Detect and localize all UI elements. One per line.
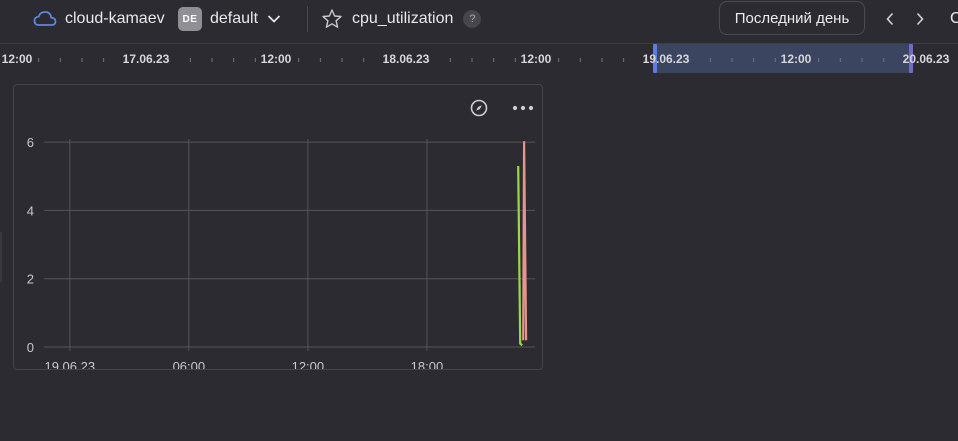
timeline-label: 20.06.23 xyxy=(903,52,950,66)
top-bar: cloud-kamaev DE default cpu_utilization … xyxy=(0,0,958,38)
y-tick-label: 0 xyxy=(27,340,34,355)
side-marker xyxy=(0,232,2,282)
cloud-name: cloud-kamaev xyxy=(65,10,165,27)
timeline-label: 12:00 xyxy=(521,52,552,66)
header-divider xyxy=(307,6,308,32)
series-line xyxy=(522,140,528,341)
timeline-ruler: 12:00 17.06.23 12:00 18.06.23 12:00 19.0… xyxy=(2,44,950,73)
x-tick-label: 19.06.23 xyxy=(44,359,95,369)
folder-selector[interactable]: DE default xyxy=(178,0,281,38)
timeline-label: 12:00 xyxy=(2,52,33,66)
star-icon[interactable] xyxy=(321,8,343,30)
x-tick-label: 06:00 xyxy=(173,359,206,369)
timeline-label: 17.06.23 xyxy=(123,52,170,66)
chart-panel: 0 2 4 6 19.06.23 06:00 12:00 18:00 xyxy=(13,84,543,370)
chevron-right-icon[interactable] xyxy=(910,0,930,38)
timeline-label: 19.06.23 xyxy=(643,52,690,66)
time-range-button[interactable]: Последний день xyxy=(719,1,865,35)
chevron-left-icon[interactable] xyxy=(880,0,900,38)
timeline-label: 18.06.23 xyxy=(383,52,430,66)
series-line xyxy=(517,165,523,347)
metric-name: cpu_utilization xyxy=(352,10,454,27)
folder-name: default xyxy=(210,10,259,27)
x-tick-label: 18:00 xyxy=(411,359,444,369)
x-tick-label: 12:00 xyxy=(292,359,325,369)
chevron-down-icon xyxy=(267,14,281,24)
timeline-label: 12:00 xyxy=(261,52,292,66)
metric-title: cpu_utilization ? xyxy=(321,0,482,38)
help-icon[interactable]: ? xyxy=(463,10,482,28)
y-tick-label: 6 xyxy=(27,135,34,150)
y-tick-label: 4 xyxy=(27,203,34,218)
cloud-icon xyxy=(33,10,57,28)
timeline[interactable]: 12:00 17.06.23 12:00 18.06.23 12:00 19.0… xyxy=(0,43,958,74)
folder-badge: DE xyxy=(178,7,202,31)
cloud-selector[interactable]: cloud-kamaev xyxy=(33,0,165,38)
cpu-chart[interactable]: 0 2 4 6 19.06.23 06:00 12:00 18:00 xyxy=(14,85,542,369)
cut-off-button[interactable]: С xyxy=(950,0,958,38)
y-tick-label: 2 xyxy=(27,272,34,287)
timeline-label: 12:00 xyxy=(781,52,812,66)
